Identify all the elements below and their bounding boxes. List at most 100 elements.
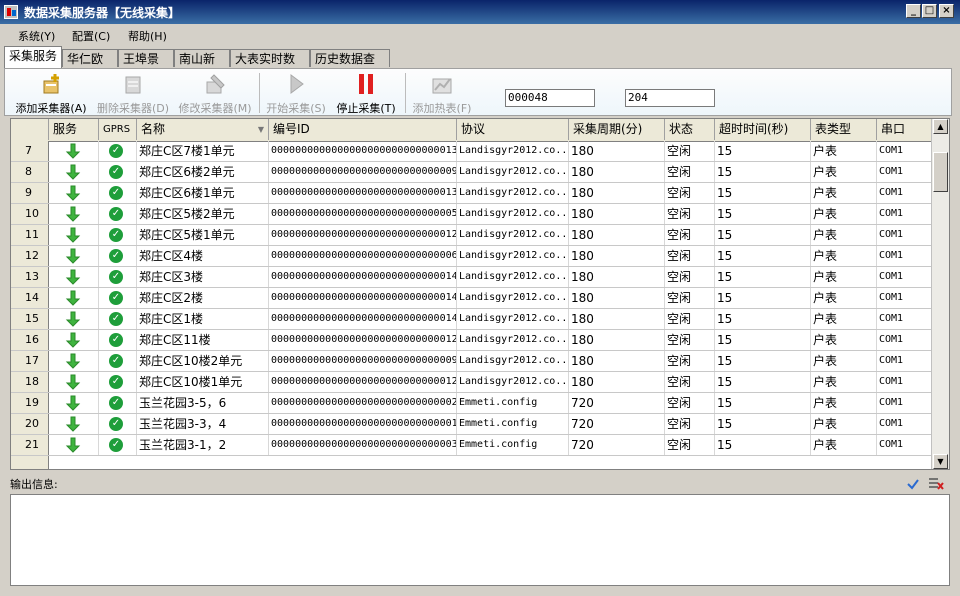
stop-collect-button[interactable]: 停止采集(T) bbox=[333, 71, 399, 115]
status-cell[interactable]: 空闲 bbox=[665, 204, 715, 224]
period-cell[interactable]: 180 bbox=[569, 309, 665, 329]
status-cell[interactable]: 空闲 bbox=[665, 246, 715, 266]
table-row[interactable]: 19 ✓ 玉兰花园3-5，6 0000000000000000000000000000… bbox=[11, 393, 933, 414]
table-row[interactable]: 21 ✓ 玉兰花园3-1，2 0000000000000000000000000000… bbox=[11, 435, 933, 456]
service-cell[interactable] bbox=[49, 288, 99, 308]
port-cell[interactable]: COM1 bbox=[877, 225, 933, 245]
timeout-cell[interactable]: 15 bbox=[715, 393, 811, 413]
scroll-down-button[interactable]: ▼ bbox=[933, 454, 948, 469]
protocol-cell[interactable]: Landisgyr2012.co... bbox=[457, 141, 569, 161]
id-cell[interactable]: 00000000000000000000000000000130 bbox=[269, 141, 457, 161]
status-cell[interactable]: 空闲 bbox=[665, 162, 715, 182]
status-cell[interactable]: 空闲 bbox=[665, 393, 715, 413]
name-cell[interactable]: 郑庄C区1楼 bbox=[137, 309, 269, 329]
timeout-cell[interactable]: 15 bbox=[715, 435, 811, 455]
status-cell[interactable]: 空闲 bbox=[665, 225, 715, 245]
protocol-cell[interactable]: Landisgyr2012.co... bbox=[457, 183, 569, 203]
table-row[interactable]: 12 ✓ 郑庄C区4楼 0000000000000000000000000000006… bbox=[11, 246, 933, 267]
gprs-cell[interactable]: ✓ bbox=[99, 162, 137, 182]
name-cell[interactable]: 玉兰花园3-5，6 bbox=[137, 393, 269, 413]
table-row[interactable]: 18 ✓ 郑庄C区10楼1单元 000000000000000000000000000… bbox=[11, 372, 933, 393]
scroll-up-button[interactable]: ▲ bbox=[933, 119, 948, 134]
table-row-partial[interactable] bbox=[11, 456, 933, 469]
port-cell[interactable]: COM1 bbox=[877, 351, 933, 371]
close-button[interactable]: × bbox=[939, 4, 954, 18]
port-cell[interactable]: COM1 bbox=[877, 372, 933, 392]
port-cell[interactable]: COM1 bbox=[877, 414, 933, 434]
collector-grid[interactable]: 服务 GPRS 名称 ▼ 编号ID 协议 采集周期(分) 状态 超时时间(秒) 表… bbox=[10, 118, 950, 470]
gprs-cell[interactable]: ✓ bbox=[99, 435, 137, 455]
period-cell[interactable]: 180 bbox=[569, 246, 665, 266]
name-cell[interactable]: 郑庄C区6楼2单元 bbox=[137, 162, 269, 182]
gprs-cell[interactable]: ✓ bbox=[99, 330, 137, 350]
id-cell[interactable]: 00000000000000000000000000000122 bbox=[269, 372, 457, 392]
port-cell[interactable]: COM1 bbox=[877, 162, 933, 182]
type-cell[interactable]: 户表 bbox=[811, 330, 877, 350]
period-cell[interactable]: 180 bbox=[569, 162, 665, 182]
id-cell[interactable]: 00000000000000000000000000000058 bbox=[269, 204, 457, 224]
table-row[interactable]: 11 ✓ 郑庄C区5楼1单元 0000000000000000000000000000… bbox=[11, 225, 933, 246]
port-cell[interactable]: COM1 bbox=[877, 309, 933, 329]
maximize-button[interactable]: □ bbox=[922, 4, 937, 18]
protocol-cell[interactable]: Landisgyr2012.co... bbox=[457, 162, 569, 182]
period-cell[interactable]: 720 bbox=[569, 414, 665, 434]
vertical-scrollbar[interactable]: ▲ ▼ bbox=[931, 119, 949, 469]
col-header-gprs[interactable]: GPRS bbox=[99, 119, 137, 140]
timeout-cell[interactable]: 15 bbox=[715, 183, 811, 203]
delete-collector-button[interactable]: 删除采集器(D) bbox=[93, 71, 173, 115]
port-cell[interactable]: COM1 bbox=[877, 246, 933, 266]
timeout-cell[interactable]: 15 bbox=[715, 141, 811, 161]
service-cell[interactable] bbox=[49, 372, 99, 392]
status-cell[interactable]: 空闲 bbox=[665, 372, 715, 392]
status-cell[interactable]: 空闲 bbox=[665, 183, 715, 203]
period-cell[interactable]: 180 bbox=[569, 225, 665, 245]
protocol-cell[interactable]: Landisgyr2012.co... bbox=[457, 288, 569, 308]
service-cell[interactable] bbox=[49, 435, 99, 455]
timeout-cell[interactable]: 15 bbox=[715, 162, 811, 182]
service-cell[interactable] bbox=[49, 309, 99, 329]
type-cell[interactable]: 户表 bbox=[811, 225, 877, 245]
name-cell[interactable]: 郑庄C区2楼 bbox=[137, 288, 269, 308]
gprs-cell[interactable]: ✓ bbox=[99, 246, 137, 266]
name-cell[interactable]: 郑庄C区5楼1单元 bbox=[137, 225, 269, 245]
port-cell[interactable]: COM1 bbox=[877, 330, 933, 350]
name-cell[interactable]: 玉兰花园3-1，2 bbox=[137, 435, 269, 455]
status-cell[interactable]: 空闲 bbox=[665, 267, 715, 287]
id-cell[interactable]: 00000000000000000000000000000128 bbox=[269, 330, 457, 350]
tab-collect-service[interactable]: 采集服务 bbox=[4, 46, 62, 68]
id-cell[interactable]: 00000000000000000000000000000017 bbox=[269, 414, 457, 434]
col-header-period[interactable]: 采集周期(分) bbox=[569, 119, 665, 140]
port-cell[interactable]: COM1 bbox=[877, 141, 933, 161]
gprs-cell[interactable]: ✓ bbox=[99, 414, 137, 434]
protocol-cell[interactable]: Landisgyr2012.co... bbox=[457, 351, 569, 371]
timeout-cell[interactable]: 15 bbox=[715, 372, 811, 392]
id-cell[interactable]: 00000000000000000000000000000024 bbox=[269, 393, 457, 413]
timeout-cell[interactable]: 15 bbox=[715, 330, 811, 350]
id-cell[interactable]: 00000000000000000000000000000064 bbox=[269, 246, 457, 266]
id-cell[interactable]: 00000000000000000000000000000091 bbox=[269, 351, 457, 371]
name-cell[interactable]: 郑庄C区4楼 bbox=[137, 246, 269, 266]
service-cell[interactable] bbox=[49, 183, 99, 203]
service-cell[interactable] bbox=[49, 267, 99, 287]
protocol-cell[interactable]: Landisgyr2012.co... bbox=[457, 267, 569, 287]
type-cell[interactable]: 户表 bbox=[811, 267, 877, 287]
table-row[interactable]: 13 ✓ 郑庄C区3楼 0000000000000000000000000000014… bbox=[11, 267, 933, 288]
protocol-cell[interactable]: Landisgyr2012.co... bbox=[457, 309, 569, 329]
service-cell[interactable] bbox=[49, 225, 99, 245]
gprs-cell[interactable]: ✓ bbox=[99, 393, 137, 413]
protocol-cell[interactable]: Emmeti.config bbox=[457, 393, 569, 413]
col-header-port[interactable]: 串口 bbox=[877, 119, 933, 140]
port-cell[interactable]: COM1 bbox=[877, 288, 933, 308]
name-cell[interactable]: 郑庄C区5楼2单元 bbox=[137, 204, 269, 224]
tab-nanshan-xincun[interactable]: 南山新村 bbox=[174, 49, 230, 84]
table-row[interactable]: 16 ✓ 郑庄C区11楼 000000000000000000000000000001… bbox=[11, 330, 933, 351]
id-cell[interactable]: 00000000000000000000000000000030 bbox=[269, 435, 457, 455]
timeout-cell[interactable]: 15 bbox=[715, 267, 811, 287]
count-field[interactable]: 204 bbox=[625, 89, 715, 107]
port-cell[interactable]: COM1 bbox=[877, 204, 933, 224]
col-header-status[interactable]: 状态 bbox=[665, 119, 715, 140]
service-cell[interactable] bbox=[49, 351, 99, 371]
type-cell[interactable]: 户表 bbox=[811, 309, 877, 329]
output-textbox[interactable] bbox=[10, 494, 950, 586]
table-row[interactable]: 14 ✓ 郑庄C区2楼 0000000000000000000000000000014… bbox=[11, 288, 933, 309]
